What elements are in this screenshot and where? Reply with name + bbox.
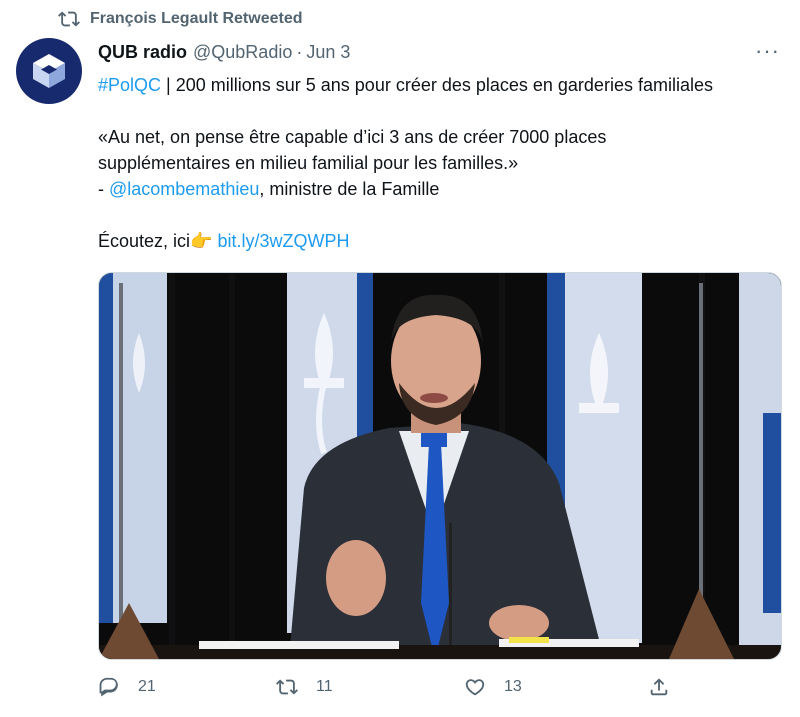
quebec-flag-far-right (739, 273, 781, 659)
retweet-action[interactable]: 11 (276, 676, 333, 698)
retweet-context: François Legault Retweeted (58, 8, 303, 30)
like-count: 13 (504, 678, 522, 695)
tweet-media[interactable] (98, 272, 782, 660)
press-conference-photo (99, 273, 781, 659)
tweet-text: #PolQC | 200 millions sur 5 ans pour cré… (98, 72, 788, 254)
hashtag-link[interactable]: #PolQC (98, 75, 161, 95)
separator-dot: · (296, 42, 303, 62)
quote-line-1: «Au net, on pense être capable d’ici 3 a… (98, 127, 607, 147)
attribution-suffix: , ministre de la Famille (259, 179, 440, 199)
tweet-date[interactable]: Jun 3 (306, 42, 350, 63)
quote-line-2: supplémentaires en milieu familial pour … (98, 153, 519, 173)
heart-icon (465, 679, 485, 696)
pointing-hand-emoji: 👉 (190, 231, 213, 251)
retweet-icon (58, 11, 80, 27)
qub-logo-icon (33, 54, 65, 88)
author-handle[interactable]: @QubRadio (193, 42, 292, 63)
short-link[interactable]: bit.ly/3wZQWPH (217, 231, 349, 251)
mention-link[interactable]: @lacombemathieu (109, 179, 259, 199)
reply-action[interactable]: 21 (98, 676, 156, 698)
share-action[interactable] (648, 676, 670, 698)
reply-count: 21 (138, 678, 156, 695)
reply-icon (99, 677, 118, 697)
author-name[interactable]: QUB radio (98, 42, 187, 63)
attribution-prefix: - (98, 179, 109, 199)
retweet-count: 11 (316, 678, 333, 695)
quebec-flag-left (99, 273, 167, 623)
retweet-label[interactable]: François Legault Retweeted (90, 10, 303, 28)
listen-text: Écoutez, ici (98, 231, 191, 251)
retweet-icon (276, 679, 298, 695)
tweet-line-1: #PolQC | 200 millions sur 5 ans pour cré… (98, 72, 788, 98)
headline-text: | 200 millions sur 5 ans pour créer des … (161, 75, 713, 95)
avatar[interactable] (16, 38, 82, 104)
tweet-header: QUB radio @QubRadio · Jun 3 (98, 42, 780, 63)
listen-line: Écoutez, ici👉 bit.ly/3wZQWPH (98, 228, 788, 254)
more-options-icon[interactable]: ··· (755, 40, 780, 62)
tweet-actions: 21 11 13 (98, 676, 678, 704)
share-icon (650, 678, 668, 696)
like-action[interactable]: 13 (464, 676, 522, 698)
attribution-line: - @lacombemathieu, ministre de la Famill… (98, 176, 788, 202)
